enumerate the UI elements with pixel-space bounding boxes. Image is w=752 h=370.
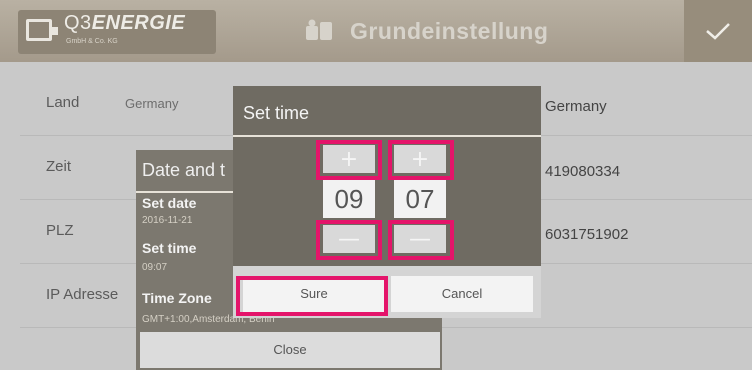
logo-mark-icon	[26, 19, 58, 41]
minute-value[interactable]: 07	[394, 180, 446, 218]
set-date-item[interactable]: Set date	[142, 195, 196, 211]
app-header: Q3ENERGIE GmbH & Co. KG Grundeinstellung	[0, 0, 752, 62]
highlight-hour-decrement	[316, 220, 382, 260]
brand-word: ENERGIE	[91, 12, 186, 34]
close-button[interactable]: Close	[140, 332, 440, 368]
right-value-land: Germany	[545, 98, 607, 115]
brand-logo: Q3ENERGIE GmbH & Co. KG	[18, 10, 216, 54]
highlight-sure-button	[236, 276, 388, 316]
brand-name: Q3ENERGIE	[64, 12, 185, 35]
row-label: Land	[46, 94, 80, 111]
highlight-hour-increment	[316, 140, 382, 180]
hour-value[interactable]: 09	[323, 180, 375, 218]
right-value-plz: 6031751902	[545, 226, 629, 243]
brand-number: Q3	[64, 12, 92, 34]
row-label: PLZ	[46, 222, 74, 239]
page-title: Grundeinstellung	[350, 18, 549, 44]
cancel-button[interactable]: Cancel	[391, 276, 533, 312]
dialog-title: Set time	[243, 103, 310, 123]
dialog-title: Date and t	[142, 160, 226, 180]
confirm-button[interactable]	[684, 0, 752, 62]
highlight-minute-decrement	[388, 220, 454, 260]
dialog-divider	[233, 135, 541, 137]
checkmark-icon	[706, 23, 730, 40]
set-date-value: 2016-11-21	[142, 215, 193, 226]
highlight-minute-increment	[388, 140, 454, 180]
time-zone-item[interactable]: Time Zone	[142, 290, 212, 306]
row-label: IP Adresse	[46, 286, 119, 303]
row-label: Zeit	[46, 158, 72, 175]
settings-icon	[306, 19, 332, 40]
set-time-item[interactable]: Set time	[142, 240, 196, 256]
right-value-zeit: 419080334	[545, 163, 621, 180]
set-time-value: 09:07	[142, 262, 168, 273]
brand-subtitle: GmbH & Co. KG	[66, 38, 118, 45]
row-value: Germany	[125, 96, 179, 111]
